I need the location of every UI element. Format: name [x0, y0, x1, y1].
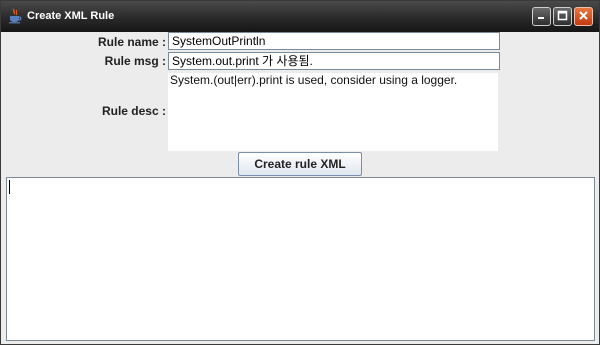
create-xml-rule-window: Create XML Rule Rule name : SystemOutPri… [0, 0, 600, 345]
rule-name-label: Rule name : [97, 35, 166, 49]
rule-name-field[interactable]: SystemOutPrintln [168, 32, 500, 50]
close-button[interactable] [574, 7, 593, 26]
maximize-icon [557, 8, 568, 26]
minimize-button[interactable] [532, 7, 551, 26]
minimize-icon [536, 8, 547, 26]
form-panel: Rule name : SystemOutPrintln Rule msg : … [1, 32, 599, 344]
xml-output-textarea[interactable] [6, 177, 595, 341]
rule-msg-field[interactable]: System.out.print 가 사용됨. [168, 52, 500, 70]
close-icon [578, 8, 589, 26]
create-rule-xml-button[interactable]: Create rule XML [238, 152, 362, 176]
window-title: Create XML Rule [27, 10, 115, 22]
text-caret [9, 180, 10, 194]
maximize-button[interactable] [553, 7, 572, 26]
rule-desc-label: Rule desc : [101, 104, 166, 118]
title-bar[interactable]: Create XML Rule [1, 1, 599, 32]
java-cup-icon [7, 8, 23, 24]
rule-msg-label: Rule msg : [104, 54, 166, 68]
rule-desc-textarea[interactable]: System.(out|err).print is used, consider… [168, 73, 498, 151]
